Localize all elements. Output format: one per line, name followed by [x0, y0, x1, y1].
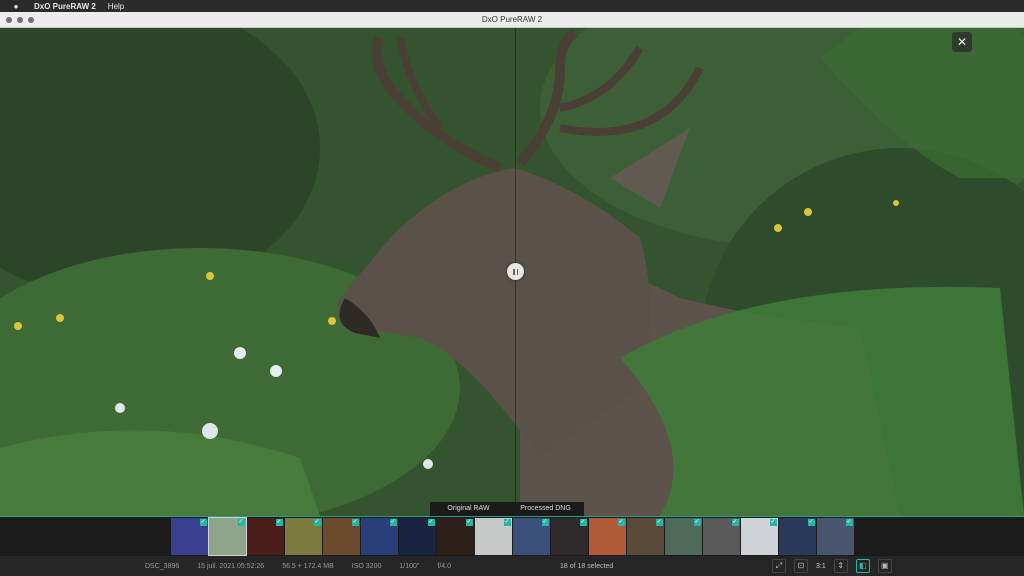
close-viewer-button[interactable]: ✕: [952, 32, 972, 52]
shutter-speed: 1/100": [399, 562, 420, 570]
viewer-tools: ⤢ ⊡ 3:1 ⇕ ◧ ▣: [772, 559, 892, 573]
thumbnail[interactable]: ✓: [436, 518, 474, 555]
thumbnail[interactable]: ✓: [322, 518, 360, 555]
zoom-window-button[interactable]: [28, 17, 34, 23]
checkmark-icon[interactable]: ✓: [845, 519, 853, 526]
thumbnail[interactable]: ✓: [360, 518, 398, 555]
menu-bar: ● DxO PureRAW 2 Help: [0, 0, 1024, 12]
fit-screen-icon[interactable]: ⤢: [772, 559, 786, 573]
thumbnail[interactable]: ✓: [702, 518, 740, 555]
checkmark-icon[interactable]: ✓: [427, 519, 435, 526]
compare-labels: Original RAW Processed DNG: [430, 502, 584, 516]
thumbnail[interactable]: ✓: [778, 518, 816, 555]
iso: ISO 3200: [351, 562, 382, 570]
thumbnail[interactable]: ✓: [588, 518, 626, 555]
zoom-stepper-icon[interactable]: ⇕: [833, 559, 848, 573]
checkmark-icon[interactable]: ✓: [693, 519, 701, 526]
thumbnail[interactable]: ✓: [207, 517, 247, 556]
filmstrip: ✓ ✓ ✓ ✓ ✓ ✓ ✓ ✓ ✓ ✓ ✓ ✓ ✓ ✓ ✓ ✓ ✓ ✓: [0, 516, 1024, 556]
file-size: 56.5 + 172.4 MB: [282, 562, 334, 570]
apple-icon[interactable]: ●: [10, 2, 22, 11]
split-compare-icon[interactable]: ◧: [855, 559, 870, 573]
checkmark-icon[interactable]: ✓: [351, 519, 359, 526]
thumbnail[interactable]: ✓: [246, 518, 284, 555]
checkmark-icon[interactable]: ✓: [199, 519, 207, 526]
checkmark-icon[interactable]: ✓: [807, 519, 815, 526]
checkmark-icon[interactable]: ✓: [541, 519, 549, 526]
capture-date: 15 juil. 2021 05:52:26: [197, 562, 265, 570]
one-to-one-icon[interactable]: ⊡: [794, 559, 808, 573]
window-controls: [6, 17, 34, 23]
thumbnail[interactable]: ✓: [740, 518, 778, 555]
checkmark-icon[interactable]: ✓: [313, 519, 321, 526]
aperture: f/4.0: [437, 562, 451, 570]
checkmark-icon[interactable]: ✓: [655, 519, 663, 526]
close-window-button[interactable]: [6, 17, 12, 23]
image-viewer[interactable]: ✕: [0, 28, 1024, 516]
status-bar: DSC_3896 15 juil. 2021 05:52:26 56.5 + 1…: [0, 556, 1024, 576]
thumbnail[interactable]: ✓: [474, 518, 512, 555]
image-metadata: DSC_3896 15 juil. 2021 05:52:26 56.5 + 1…: [145, 563, 451, 570]
thumbnail[interactable]: ✓: [512, 518, 550, 555]
checkmark-icon[interactable]: ✓: [275, 519, 283, 526]
side-by-side-icon[interactable]: ▣: [877, 559, 892, 573]
zoom-level[interactable]: 3:1: [816, 563, 826, 570]
thumbnail[interactable]: ✓: [398, 518, 436, 555]
checkmark-icon[interactable]: ✓: [389, 519, 397, 526]
thumbnail[interactable]: ✓: [664, 518, 702, 555]
selection-count: 18 of 18 selected: [560, 562, 614, 570]
thumbnail[interactable]: ✓: [550, 518, 588, 555]
title-bar: DxO PureRAW 2: [0, 12, 1024, 28]
thumbnail[interactable]: ✓: [816, 518, 854, 555]
checkmark-icon[interactable]: ✓: [769, 519, 777, 526]
window-title: DxO PureRAW 2: [481, 15, 543, 24]
checkmark-icon[interactable]: ✓: [731, 519, 739, 526]
menu-help[interactable]: Help: [108, 2, 124, 11]
checkmark-icon[interactable]: ✓: [617, 519, 625, 526]
checkmark-icon[interactable]: ✓: [465, 519, 473, 526]
original-raw-label: Original RAW: [430, 502, 507, 516]
thumbnail[interactable]: ✓: [170, 518, 208, 555]
thumbnail-list: ✓ ✓ ✓ ✓ ✓ ✓ ✓ ✓ ✓ ✓ ✓ ✓ ✓ ✓ ✓ ✓ ✓ ✓: [170, 517, 854, 556]
processed-dng-label: Processed DNG: [507, 502, 584, 516]
compare-handle[interactable]: [507, 263, 524, 280]
thumbnail[interactable]: ✓: [626, 518, 664, 555]
checkmark-icon[interactable]: ✓: [503, 519, 511, 526]
checkmark-icon[interactable]: ✓: [237, 519, 245, 526]
checkmark-icon[interactable]: ✓: [579, 519, 587, 526]
minimize-window-button[interactable]: [17, 17, 23, 23]
thumbnail[interactable]: ✓: [284, 518, 322, 555]
menu-app-name[interactable]: DxO PureRAW 2: [34, 2, 96, 11]
filename: DSC_3896: [145, 562, 180, 570]
